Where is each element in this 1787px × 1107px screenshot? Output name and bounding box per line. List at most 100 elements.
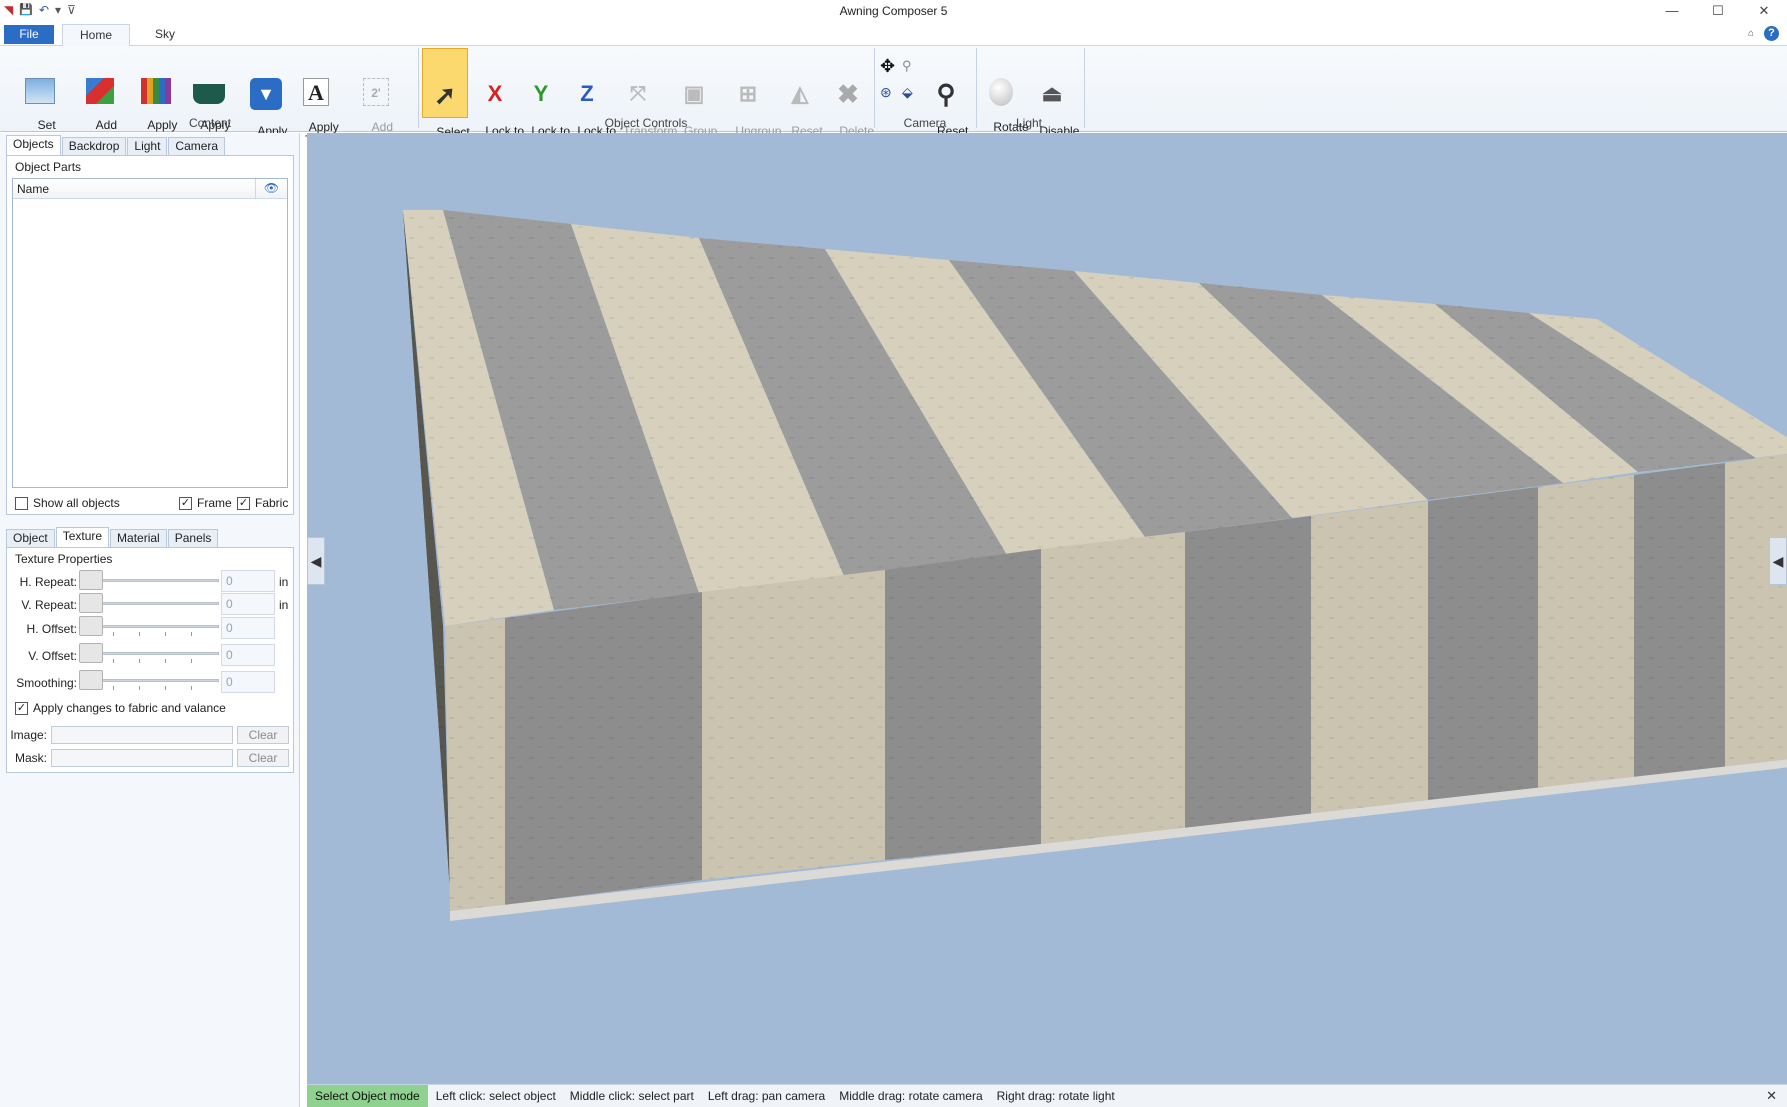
clear-mask-button[interactable]: Clear xyxy=(237,749,289,767)
checkbox-box: ✓ xyxy=(237,496,250,510)
disable-shadows-button[interactable]: ⏏ Disable Shadows xyxy=(1026,48,1079,151)
apply-graphic-button[interactable]: ▼ Apply Graphic ▾ xyxy=(238,48,294,151)
collapse-left-panel-arrow-icon[interactable]: ◀ xyxy=(307,537,325,585)
h-repeat-slider[interactable] xyxy=(79,570,219,590)
magnifier-icon: ⚲ xyxy=(936,79,956,109)
checkbox-box xyxy=(15,496,28,510)
group-label-object-controls: Object Controls xyxy=(604,116,688,130)
minimize-button[interactable]: — xyxy=(1649,0,1695,22)
maximize-button[interactable]: ☐ xyxy=(1695,0,1741,22)
tab-material[interactable]: Material xyxy=(110,529,167,547)
tab-file[interactable]: File xyxy=(4,25,54,44)
object-panel-tabs: Objects Backdrop Light Camera xyxy=(6,135,226,155)
ribbon: Set Backdrop ▾ Add Object ▾ Apply Materi… xyxy=(0,46,1787,152)
tab-object[interactable]: Object xyxy=(6,529,55,547)
ungroup-icon: ⊞ xyxy=(738,81,758,106)
set-backdrop-button[interactable]: Set Backdrop ▾ xyxy=(8,48,72,145)
window-title: Awning Composer 5 xyxy=(839,4,948,18)
expand-right-panel-arrow-icon[interactable]: ◀ xyxy=(1769,537,1787,585)
h-offset-label: H. Offset: xyxy=(26,622,77,636)
frame-checkbox[interactable]: ✓ Frame xyxy=(179,496,232,510)
ribbon-tab-row: File Home Sky ⌂ ? xyxy=(0,22,1787,47)
group-label-camera: Camera xyxy=(903,116,947,130)
apply-material-button[interactable]: Apply Material xyxy=(130,48,182,145)
transform-object-button[interactable]: ⤧ Transform Object ▾ xyxy=(610,48,677,151)
awning-render xyxy=(403,210,1787,921)
h-repeat-unit: in xyxy=(279,575,289,589)
mask-path-input[interactable] xyxy=(51,749,233,767)
fabric-checkbox[interactable]: ✓ Fabric xyxy=(237,496,288,510)
tab-light[interactable]: Light xyxy=(127,137,168,155)
clear-image-button[interactable]: Clear xyxy=(237,726,289,744)
column-name[interactable]: Name xyxy=(17,182,49,196)
lock-z-axis-button[interactable]: Z Lock to Z Axis xyxy=(564,48,616,151)
v-offset-input[interactable]: 0 xyxy=(221,644,275,666)
status-hint: Right drag: rotate light xyxy=(996,1089,1115,1103)
tab-camera[interactable]: Camera xyxy=(168,137,226,155)
h-repeat-label: H. Repeat: xyxy=(19,575,77,589)
z-axis-icon: Z xyxy=(580,81,594,106)
focus-camera-icon[interactable]: ⬙ xyxy=(902,84,913,101)
material-palette-icon xyxy=(141,78,171,104)
3d-viewport[interactable]: ◀ ◀ xyxy=(307,133,1787,1084)
tab-sky[interactable]: Sky xyxy=(145,24,185,46)
lock-y-axis-button[interactable]: Y Lock to Y Axis xyxy=(518,48,570,151)
lock-x-axis-button[interactable]: X Lock to X Axis xyxy=(472,48,524,151)
smoothing-input[interactable]: 0 xyxy=(221,671,275,693)
light-bulb-icon xyxy=(989,78,1013,106)
tab-backdrop[interactable]: Backdrop xyxy=(61,137,127,155)
pan-camera-icon[interactable]: ✥ xyxy=(880,56,895,77)
v-offset-slider[interactable] xyxy=(79,643,219,663)
status-hint: Left click: select object xyxy=(435,1089,556,1103)
tab-objects[interactable]: Objects xyxy=(6,135,61,155)
rotate-light-button[interactable]: Rotate Light xyxy=(980,48,1029,147)
v-repeat-input[interactable]: 0 xyxy=(221,593,275,615)
tab-home[interactable]: Home xyxy=(62,24,130,47)
h-offset-input[interactable]: 0 xyxy=(221,617,275,639)
tab-texture[interactable]: Texture xyxy=(55,527,110,547)
apply-changes-checkbox[interactable]: ✓ Apply changes to fabric and valance xyxy=(15,701,226,715)
delete-icon: ✖ xyxy=(837,79,859,109)
h-offset-slider[interactable] xyxy=(79,616,219,636)
x-axis-icon: X xyxy=(487,81,503,106)
mask-label: Mask: xyxy=(14,751,47,765)
close-status-icon[interactable]: ✕ xyxy=(1766,1088,1777,1104)
image-label: Image: xyxy=(10,728,47,742)
add-dimensions-button[interactable]: 2' Add Dimensions ▾ xyxy=(340,48,412,147)
tab-panels[interactable]: Panels xyxy=(167,529,219,547)
smoothing-slider[interactable] xyxy=(79,670,219,690)
add-object-button[interactable]: Add Object ▾ xyxy=(72,48,128,145)
orbit-camera-icon[interactable]: ⊛ xyxy=(880,84,892,101)
ribbon-separator xyxy=(874,48,875,128)
text-icon: A xyxy=(303,78,329,106)
collapse-ribbon-icon[interactable]: ⌂ xyxy=(1748,28,1754,39)
group-label-light: Light xyxy=(1015,116,1043,130)
title-bar: ◥ 💾 ↶ ▾ ⊽ Awning Composer 5 — ☐ ✕ xyxy=(0,0,1787,22)
reset-object-button[interactable]: ◭ Reset Object xyxy=(778,48,823,151)
group-object-button[interactable]: ▣ Group Object ▾ xyxy=(670,48,718,151)
reset-camera-button[interactable]: ⚲ Reset Camera xyxy=(922,48,970,151)
list-header: Name 👁 xyxy=(13,179,287,199)
apply-valance-button[interactable]: Apply Valance xyxy=(184,48,234,145)
ungroup-object-button[interactable]: ⊞ Ungroup Object xyxy=(722,48,782,151)
h-repeat-input[interactable]: 0 xyxy=(221,570,275,592)
zoom-camera-icon[interactable]: ⚲ xyxy=(902,58,912,74)
y-axis-icon: Y xyxy=(533,81,549,106)
group-label-content: Content xyxy=(188,116,232,130)
awning-texture-overlay xyxy=(403,210,1787,911)
checkbox-box: ✓ xyxy=(179,496,192,510)
delete-object-button[interactable]: ✖ Delete Object xyxy=(826,48,874,151)
show-all-objects-checkbox[interactable]: Show all objects xyxy=(15,496,120,510)
dimensions-icon: 2' xyxy=(363,78,389,106)
image-path-input[interactable] xyxy=(51,726,233,744)
group-icon: ▣ xyxy=(683,81,705,106)
v-repeat-slider[interactable] xyxy=(79,593,219,613)
object-parts-list[interactable]: Name 👁 xyxy=(12,178,288,488)
apply-text-button[interactable]: A Apply Text xyxy=(296,48,339,147)
close-button[interactable]: ✕ xyxy=(1741,0,1787,22)
help-icon[interactable]: ? xyxy=(1764,26,1779,41)
backdrop-icon xyxy=(25,78,55,104)
ribbon-separator xyxy=(1084,48,1085,128)
visibility-eye-icon[interactable]: 👁 xyxy=(255,179,287,198)
select-object-button[interactable]: ➚ Select Object xyxy=(422,48,470,152)
